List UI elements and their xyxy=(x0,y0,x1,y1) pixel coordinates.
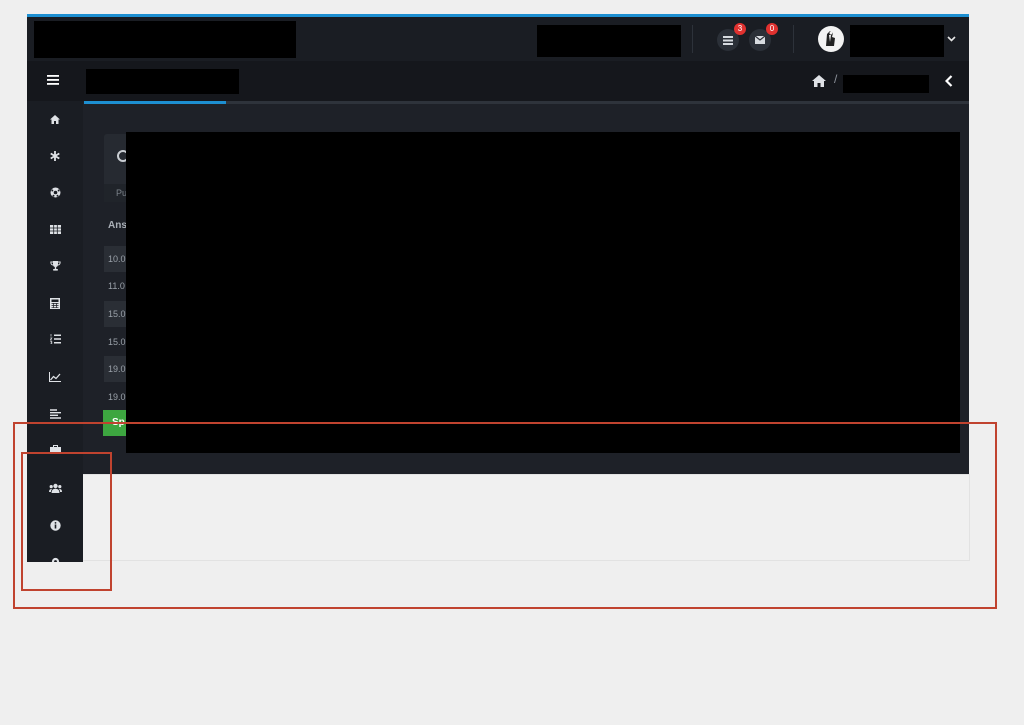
line-chart-icon xyxy=(49,372,61,382)
align-left-icon xyxy=(49,409,61,419)
redacted-search xyxy=(537,25,681,57)
notifications-badge: 3 xyxy=(734,23,746,35)
team-crest-icon xyxy=(826,31,835,46)
sidebar-item-trophy[interactable] xyxy=(27,248,83,284)
sidebar-item-asterisk[interactable] xyxy=(27,138,83,174)
soccer-ball-icon xyxy=(50,187,60,197)
messages-badge: 0 xyxy=(766,23,778,35)
sidebar-item-calculator[interactable] xyxy=(27,285,83,321)
calculator-icon xyxy=(50,297,60,309)
top-navbar: 3 0 xyxy=(27,17,969,61)
annotation-box-wide xyxy=(13,422,997,609)
avatar[interactable] xyxy=(818,26,844,52)
loading-progress xyxy=(84,101,969,104)
sidebar-item-matches[interactable] xyxy=(27,174,83,210)
notifications-button[interactable]: 3 xyxy=(717,23,746,51)
menu-toggle-button[interactable] xyxy=(47,72,60,90)
asterisk-icon xyxy=(50,151,60,161)
redacted-logo xyxy=(34,21,296,58)
navbar-divider xyxy=(692,25,693,53)
sidebar-item-home[interactable] xyxy=(27,101,83,137)
messages-button[interactable]: 0 xyxy=(749,23,778,51)
sidebar-item-standings[interactable] xyxy=(27,321,83,357)
redacted-username xyxy=(850,25,944,57)
redacted-main-content xyxy=(126,132,960,453)
list-icon xyxy=(723,35,733,45)
page-header: / xyxy=(27,61,969,101)
envelope-icon xyxy=(755,36,765,44)
breadcrumb-separator: / xyxy=(834,72,838,86)
annotation-box-sidebar xyxy=(21,452,112,591)
table-icon xyxy=(49,224,61,234)
redacted-breadcrumb xyxy=(843,75,929,93)
trophy-icon xyxy=(49,261,61,271)
app-window: 3 0 / Pu Ans 10.0 11.0 15.0 15.0 19.0 19… xyxy=(27,14,969,491)
navbar-divider xyxy=(793,25,794,53)
chevron-down-icon[interactable] xyxy=(947,36,956,42)
sidebar-item-table[interactable] xyxy=(27,211,83,247)
home-icon[interactable] xyxy=(811,74,827,88)
hamburger-icon xyxy=(47,75,59,85)
home-icon xyxy=(50,114,60,124)
redacted-page-title xyxy=(86,69,239,94)
loading-progress-fill xyxy=(84,101,226,104)
ordered-list-icon xyxy=(49,334,61,344)
chevron-left-icon[interactable] xyxy=(945,75,953,87)
sidebar-item-statistics[interactable] xyxy=(27,359,83,395)
